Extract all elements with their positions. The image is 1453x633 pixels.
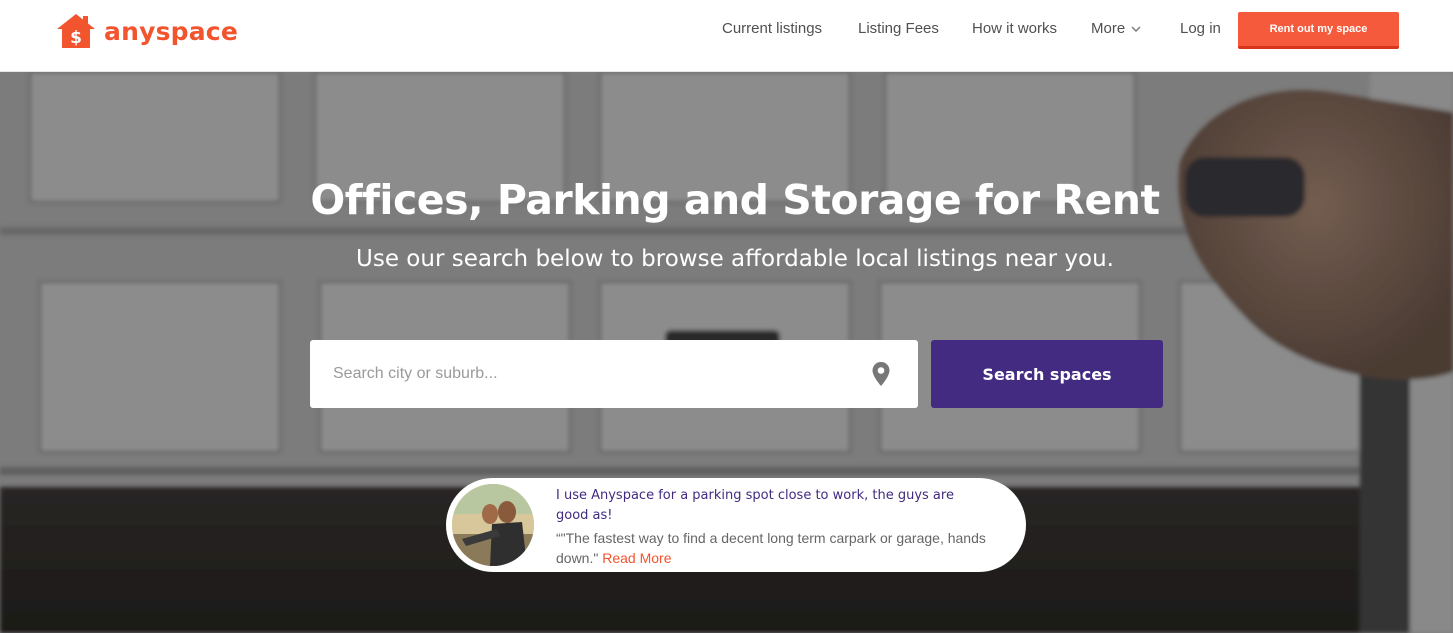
testimonial-quote: I use Anyspace for a parking spot close … <box>556 488 954 523</box>
testimonial-body: “"The fastest way to find a decent long … <box>556 528 986 568</box>
avatar <box>449 481 537 569</box>
house-dollar-icon: $ <box>57 14 95 48</box>
nav-more-dropdown[interactable]: More <box>1091 20 1141 37</box>
hero-title: Offices, Parking and Storage for Rent <box>310 176 1160 224</box>
nav-more-label: More <box>1091 20 1126 37</box>
search-box <box>310 340 918 408</box>
logo[interactable]: $ anyspace <box>56 13 238 49</box>
testimonial-card: I use Anyspace for a parking spot close … <box>446 478 1026 572</box>
map-pin-icon[interactable] <box>872 362 890 386</box>
nav-current-listings[interactable]: Current listings <box>722 20 822 37</box>
site-header: $ anyspace Current listings Listing Fees… <box>0 0 1453 72</box>
read-more-link[interactable]: Read More <box>602 550 671 566</box>
nav-log-in[interactable]: Log in <box>1180 20 1221 37</box>
hero-section: Offices, Parking and Storage for Rent Us… <box>0 72 1453 633</box>
nav-how-it-works[interactable]: How it works <box>972 20 1057 37</box>
logo-text: anyspace <box>104 16 238 46</box>
svg-text:$: $ <box>70 28 82 48</box>
hero-subtitle: Use our search below to browse affordabl… <box>356 246 1114 272</box>
rent-out-button[interactable]: Rent out my space <box>1238 12 1399 49</box>
chevron-down-icon <box>1131 26 1141 32</box>
search-input[interactable] <box>310 340 870 408</box>
search-spaces-button[interactable]: Search spaces <box>931 340 1163 408</box>
nav-listing-fees[interactable]: Listing Fees <box>858 20 939 37</box>
